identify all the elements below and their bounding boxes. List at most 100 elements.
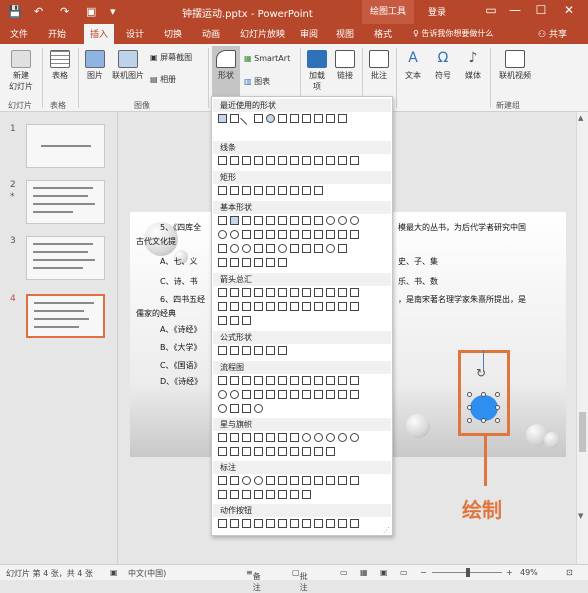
slide-text[interactable]: 5、《四库全	[160, 222, 201, 233]
tab-view[interactable]: 视图	[336, 27, 354, 40]
shape-icon[interactable]	[314, 230, 323, 239]
callout-shape-icon[interactable]	[326, 476, 335, 485]
text-button[interactable]: A 文本	[402, 50, 424, 81]
divide-shape-icon[interactable]	[254, 346, 263, 355]
star-shape-icon[interactable]	[326, 433, 335, 442]
star-shape-icon[interactable]	[230, 433, 239, 442]
callout-shape-icon[interactable]	[254, 476, 263, 485]
arrow-shape-icon[interactable]	[314, 302, 323, 311]
tab-slideshow[interactable]: 幻灯片放映	[240, 27, 285, 40]
zoom-out-icon[interactable]: −	[420, 568, 427, 577]
rectangle-shape-icon[interactable]	[230, 186, 239, 195]
flowchart-shape-icon[interactable]	[290, 390, 299, 399]
callout-shape-icon[interactable]	[266, 490, 275, 499]
arrow-shape-icon[interactable]	[350, 302, 359, 311]
reading-view-icon[interactable]: ▣	[380, 568, 388, 577]
action-button-icon[interactable]	[254, 519, 263, 528]
lightning-shape-icon[interactable]	[302, 244, 311, 253]
bracket-shape-icon[interactable]	[218, 258, 227, 267]
picture-button[interactable]: 图片	[84, 50, 106, 81]
flowchart-shape-icon[interactable]	[314, 376, 323, 385]
new-slide-button[interactable]: 新建 幻灯片	[6, 50, 36, 92]
arrow-shape-icon[interactable]	[218, 316, 227, 325]
flowchart-shape-icon[interactable]	[254, 390, 263, 399]
flowchart-shape-icon[interactable]	[290, 376, 299, 385]
not-equal-shape-icon[interactable]	[278, 346, 287, 355]
symbol-button[interactable]: Ω 符号	[432, 50, 454, 81]
banner-shape-icon[interactable]	[242, 447, 251, 456]
arrow-shape-icon[interactable]	[242, 302, 251, 311]
line-shape-icon[interactable]	[290, 156, 299, 165]
arrow-shape-icon[interactable]	[218, 288, 227, 297]
pentagon-shape-icon[interactable]	[302, 216, 311, 225]
arrow-shape-icon[interactable]	[302, 302, 311, 311]
callout-shape-icon[interactable]	[278, 476, 287, 485]
star-shape-icon[interactable]	[278, 433, 287, 442]
bracket-shape-icon[interactable]	[278, 258, 287, 267]
arrow-shape-icon[interactable]	[290, 302, 299, 311]
action-button-icon[interactable]	[302, 519, 311, 528]
arrow-shape-icon[interactable]	[242, 288, 251, 297]
callout-shape-icon[interactable]	[278, 490, 287, 499]
callout-shape-icon[interactable]	[290, 476, 299, 485]
arrow-shape-icon[interactable]	[326, 302, 335, 311]
shape-icon[interactable]	[302, 230, 311, 239]
line-shape-icon[interactable]	[266, 156, 275, 165]
slide-text[interactable]: 古代文化提	[136, 236, 176, 247]
oval-shape-icon[interactable]	[266, 114, 275, 123]
slide-text[interactable]: ，是南宋著名理学家朱熹所提出，是	[398, 294, 526, 305]
resize-handle[interactable]	[495, 405, 500, 410]
banner-shape-icon[interactable]	[290, 447, 299, 456]
triangle-shape-icon[interactable]	[242, 216, 251, 225]
callout-shape-icon[interactable]	[314, 476, 323, 485]
rectangle-shape-icon[interactable]	[218, 186, 227, 195]
flowchart-shape-icon[interactable]	[278, 390, 287, 399]
callout-shape-icon[interactable]	[290, 490, 299, 499]
slide-text[interactable]: 乐、书、数	[398, 276, 438, 287]
slide-thumbnail-2[interactable]	[26, 180, 105, 224]
spellcheck-icon[interactable]: ▣	[110, 568, 118, 577]
arrow-shape-icon[interactable]	[338, 288, 347, 297]
banner-shape-icon[interactable]	[266, 447, 275, 456]
banner-shape-icon[interactable]	[302, 447, 311, 456]
line-shape-icon[interactable]	[338, 156, 347, 165]
callout-shape-icon[interactable]	[266, 476, 275, 485]
slide-thumbnail-4[interactable]	[26, 294, 105, 338]
slide-text[interactable]: C、诗、书	[160, 276, 198, 287]
callout-shape-icon[interactable]	[254, 490, 263, 499]
rotate-handle-icon[interactable]: ↻	[476, 366, 486, 380]
textbox-shape-icon[interactable]	[218, 216, 227, 225]
shape-icon[interactable]	[350, 230, 359, 239]
online-picture-button[interactable]: 联机图片	[110, 50, 146, 81]
plus-shape-icon[interactable]	[218, 346, 227, 355]
banner-shape-icon[interactable]	[254, 447, 263, 456]
callout-shape-icon[interactable]	[230, 490, 239, 499]
line-shape-icon[interactable]	[218, 156, 227, 165]
callout-shape-icon[interactable]	[242, 490, 251, 499]
banner-shape-icon[interactable]	[278, 447, 287, 456]
minimize-icon[interactable]: —	[504, 3, 526, 17]
maximize-icon[interactable]: ☐	[530, 3, 552, 17]
arrow-shape-icon[interactable]	[230, 302, 239, 311]
arrow-shape-icon[interactable]	[278, 288, 287, 297]
tab-format[interactable]: 格式	[374, 27, 392, 40]
bracket-shape-icon[interactable]	[254, 258, 263, 267]
octagon-shape-icon[interactable]	[326, 216, 335, 225]
login-link[interactable]: 登录	[428, 5, 446, 18]
line-shape-icon[interactable]	[326, 156, 335, 165]
shape-icon[interactable]	[266, 244, 275, 253]
shape-icon[interactable]	[230, 230, 239, 239]
flowchart-shape-icon[interactable]	[314, 390, 323, 399]
notes-button[interactable]: ≡ 备注	[246, 568, 261, 592]
shape-icon[interactable]	[254, 230, 263, 239]
action-button-icon[interactable]	[350, 519, 359, 528]
flowchart-shape-icon[interactable]	[326, 376, 335, 385]
circle-shape-icon[interactable]	[350, 216, 359, 225]
screenshot-button[interactable]: ▣ 屏幕截图	[150, 52, 192, 63]
action-button-icon[interactable]	[218, 519, 227, 528]
heart-shape-icon[interactable]	[290, 244, 299, 253]
arrow-shape-icon[interactable]	[230, 288, 239, 297]
line-shape-icon[interactable]	[254, 156, 263, 165]
rectangle-shape-icon[interactable]	[230, 114, 239, 123]
resize-handle[interactable]	[467, 418, 472, 423]
